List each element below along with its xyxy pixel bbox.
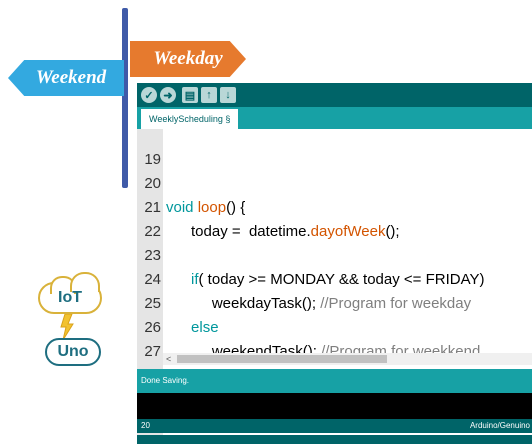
code-line: 22 [137, 196, 532, 240]
scroll-left-icon[interactable]: < [166, 353, 171, 365]
lightning-icon [60, 314, 74, 340]
code-line: 23 if( today >= MONDAY && today <= FRIDA… [137, 220, 532, 288]
new-icon[interactable]: ▤ [182, 87, 198, 103]
weekend-sign-label: Weekend [35, 67, 107, 88]
iot-label: IoT [58, 289, 82, 306]
footer-line-number: 20 [141, 421, 150, 430]
iot-cloud-icon: IoT [38, 272, 102, 314]
horizontal-scrollbar[interactable]: < [163, 353, 532, 365]
status-bar: Done Saving. [137, 369, 532, 393]
open-icon[interactable]: ↑ [201, 87, 217, 103]
weekday-sign: Weekday [130, 41, 246, 77]
weekday-sign-label: Weekday [153, 48, 223, 69]
code-line: 21 today = datetime.dayofWeek(); [137, 172, 532, 240]
code-line: 25 else [137, 268, 532, 336]
scrollbar-thumb[interactable] [177, 355, 387, 363]
upload-icon[interactable]: ➜ [160, 87, 176, 103]
ide-footer: 20 Arduino/Genuino [137, 419, 532, 433]
code-line: 26 weekendTask(); //Program for weekkend [137, 292, 532, 360]
signpost-pole [122, 8, 128, 188]
code-line: 19 [137, 124, 532, 168]
verify-icon[interactable]: ✓ [141, 87, 157, 103]
code-line: 20 void loop() { [137, 148, 532, 216]
ide-toolbar: ✓ ➜ ▤ ↑ ↓ [137, 83, 532, 107]
save-icon[interactable]: ↓ [220, 87, 236, 103]
code-line: 24 weekdayTask(); //Program for weekday [137, 244, 532, 312]
weekend-sign: Weekend [8, 60, 124, 96]
console-output[interactable] [137, 393, 532, 419]
uno-badge: Uno [45, 338, 101, 366]
arduino-ide-window: ✓ ➜ ▤ ↑ ↓ WeeklyScheduling § 19 20 void … [137, 83, 532, 444]
footer-board: Arduino/Genuino [469, 421, 530, 430]
uno-label: Uno [57, 343, 89, 360]
code-line: 27 } [137, 316, 532, 384]
